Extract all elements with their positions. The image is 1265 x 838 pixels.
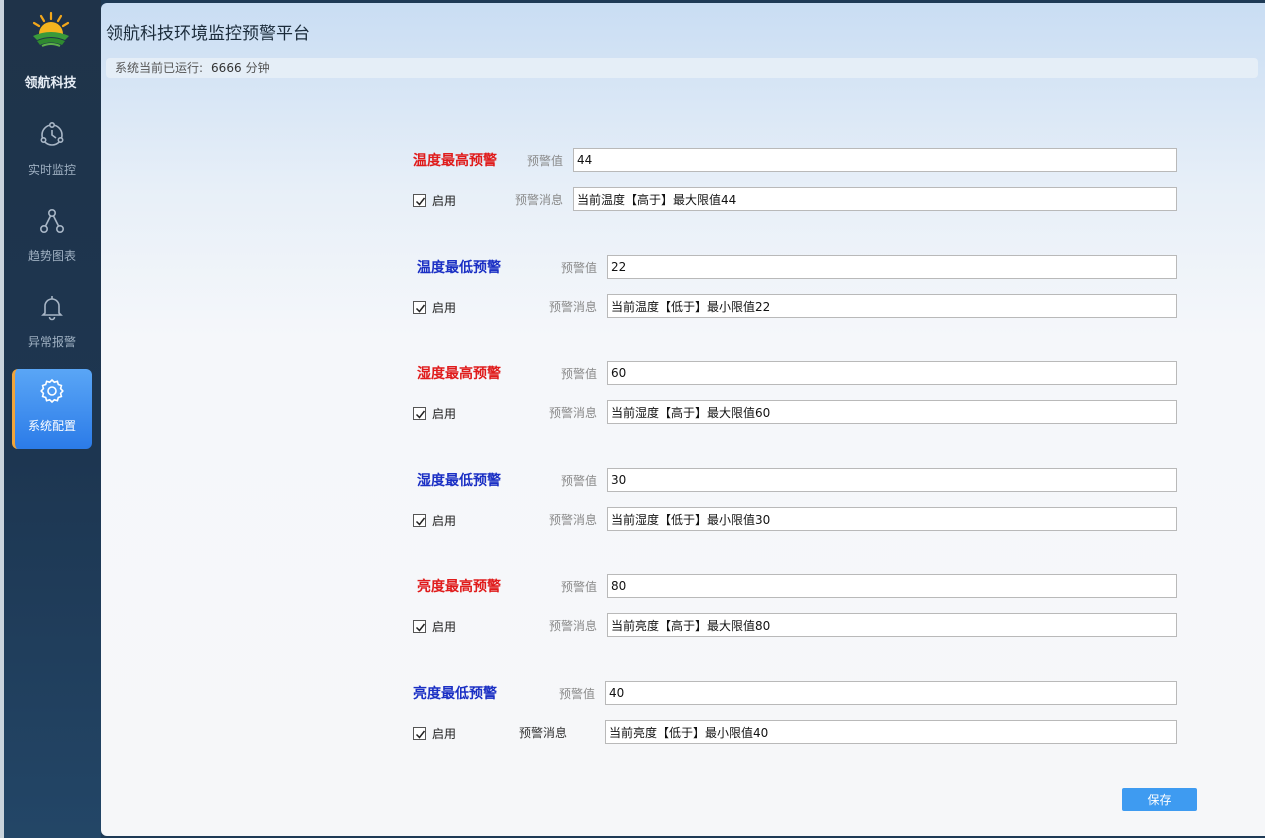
checkbox-box[interactable] xyxy=(413,301,426,314)
alarm-group-brightness-high: 亮度最高预警 预警值 启用 预警消息 xyxy=(411,574,1178,646)
checkmark-icon xyxy=(415,623,426,632)
enable-label: 启用 xyxy=(432,727,457,741)
monitor-icon xyxy=(40,121,64,146)
checkbox-box[interactable] xyxy=(413,407,426,420)
nav-item-trend-chart[interactable]: 趋势图表 xyxy=(12,199,92,279)
sidebar: 领航科技 实时监控 趋势图表 异常报警 系统配置 xyxy=(0,0,101,838)
checkbox-box[interactable] xyxy=(413,620,426,633)
message-input[interactable] xyxy=(573,187,1177,211)
message-label: 预警消息 xyxy=(549,300,598,314)
alarm-title: 亮度最高预警 xyxy=(417,579,501,595)
threshold-label: 预警值 xyxy=(561,261,598,275)
threshold-input[interactable] xyxy=(607,255,1177,279)
runtime-bar: 系统当前已运行: 6666 分钟 xyxy=(106,58,1258,78)
threshold-input[interactable] xyxy=(607,361,1177,385)
nav-item-alarm[interactable]: 异常报警 xyxy=(12,285,92,365)
checkmark-icon xyxy=(415,517,426,526)
message-input[interactable] xyxy=(607,507,1177,531)
checkbox-box[interactable] xyxy=(413,194,426,207)
message-input[interactable] xyxy=(607,400,1177,424)
alarm-group-temp-low: 温度最低预警 预警值 启用 预警消息 xyxy=(411,255,1178,327)
bell-icon xyxy=(41,296,63,321)
checkmark-icon xyxy=(415,304,426,313)
alarm-title: 温度最高预警 xyxy=(413,153,497,169)
message-input[interactable] xyxy=(605,720,1177,744)
checkbox-box[interactable] xyxy=(413,514,426,527)
runtime-label: 系统当前已运行: xyxy=(115,61,204,75)
alarm-group-temp-high: 温度最高预警 预警值 启用 预警消息 xyxy=(411,148,1178,220)
message-label: 预警消息 xyxy=(549,513,598,527)
nav-item-realtime-monitor[interactable]: 实时监控 xyxy=(12,113,92,193)
alarm-group-humidity-low: 湿度最低预警 预警值 启用 预警消息 xyxy=(411,468,1178,540)
threshold-label: 预警值 xyxy=(559,687,596,701)
checkmark-icon xyxy=(415,410,426,419)
threshold-input[interactable] xyxy=(605,681,1177,705)
alarm-group-humidity-high: 湿度最高预警 预警值 启用 预警消息 xyxy=(411,361,1178,433)
gear-icon xyxy=(40,378,64,404)
enable-label: 启用 xyxy=(432,194,457,208)
message-input[interactable] xyxy=(607,613,1177,637)
checkmark-icon xyxy=(415,197,426,206)
alarm-title: 湿度最高预警 xyxy=(417,366,501,382)
enable-label: 启用 xyxy=(432,301,457,315)
threshold-label: 预警值 xyxy=(527,154,564,168)
threshold-input[interactable] xyxy=(607,468,1177,492)
enable-label: 启用 xyxy=(432,407,457,421)
save-button[interactable]: 保存 xyxy=(1122,788,1197,811)
threshold-input[interactable] xyxy=(573,148,1177,172)
nav-label-system-config: 系统配置 xyxy=(27,419,76,433)
enable-label: 启用 xyxy=(432,620,457,634)
enable-label: 启用 xyxy=(432,514,457,528)
message-label: 预警消息 xyxy=(519,726,568,740)
trend-icon xyxy=(39,208,64,233)
message-label: 预警消息 xyxy=(515,193,564,207)
threshold-label: 预警值 xyxy=(561,367,598,381)
nav-label-realtime-monitor: 实时监控 xyxy=(27,163,76,177)
brand-name: 领航科技 xyxy=(24,76,77,91)
checkmark-icon xyxy=(415,730,426,739)
brand: 领航科技 xyxy=(0,0,101,100)
nav-item-system-config[interactable]: 系统配置 xyxy=(12,369,92,449)
alarm-title: 湿度最低预警 xyxy=(417,473,501,489)
runtime-value: 6666 xyxy=(211,61,242,75)
logo-icon xyxy=(32,11,70,47)
checkbox-box[interactable] xyxy=(413,727,426,740)
runtime-unit: 分钟 xyxy=(245,61,270,75)
threshold-input[interactable] xyxy=(607,574,1177,598)
alarm-title: 温度最低预警 xyxy=(417,260,501,276)
nav-label-trend-chart: 趋势图表 xyxy=(27,249,76,263)
threshold-label: 预警值 xyxy=(561,474,598,488)
window-edge xyxy=(0,0,4,838)
message-label: 预警消息 xyxy=(549,619,598,633)
message-label: 预警消息 xyxy=(549,406,598,420)
nav-label-alarm: 异常报警 xyxy=(27,335,76,349)
alarm-group-brightness-low: 亮度最低预警 预警值 启用 预警消息 xyxy=(411,681,1178,753)
alarm-title: 亮度最低预警 xyxy=(413,686,497,702)
threshold-label: 预警值 xyxy=(561,580,598,594)
message-input[interactable] xyxy=(607,294,1177,318)
app-title: 领航科技环境监控预警平台 xyxy=(106,24,310,44)
